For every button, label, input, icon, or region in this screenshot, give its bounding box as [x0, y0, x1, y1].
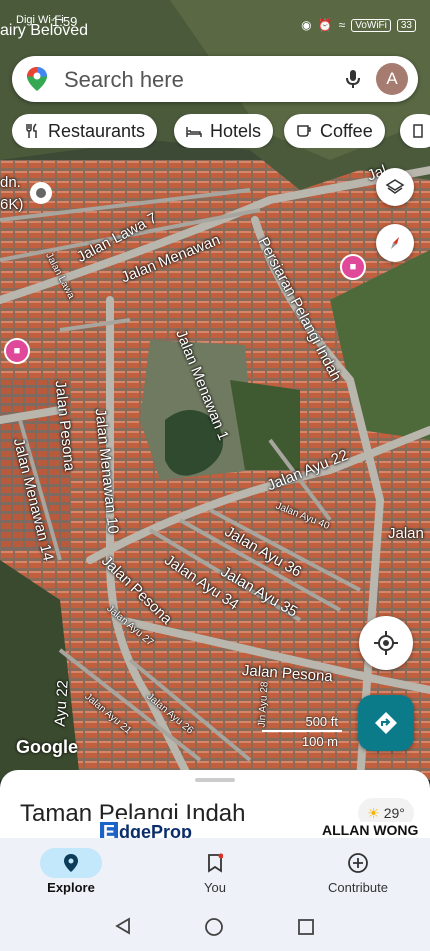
- nav-explore[interactable]: Explore: [11, 838, 131, 900]
- google-logo: Google: [16, 737, 78, 757]
- chip-label: Coffee: [320, 120, 373, 141]
- chip-hotels[interactable]: Hotels: [174, 114, 274, 148]
- nav-label: You: [204, 880, 226, 895]
- sheet-drag-handle[interactable]: [195, 778, 235, 782]
- scale-line: [262, 730, 342, 732]
- explore-pin-icon: [40, 848, 102, 878]
- map-scale: 500 ft 100 m: [262, 712, 342, 752]
- eye-icon: ◉: [301, 18, 312, 32]
- map-label-left-partial-2: 6K): [0, 196, 24, 213]
- search-bar[interactable]: A: [12, 56, 418, 102]
- vowifi-badge: VoWiFi: [351, 18, 391, 32]
- bookmark-icon: [184, 848, 246, 878]
- coffee-cup-icon: [297, 125, 311, 137]
- account-avatar[interactable]: A: [376, 63, 408, 95]
- bed-icon: [186, 127, 202, 137]
- partial-place-label: airy Beloved: [0, 22, 89, 39]
- compass-icon: [391, 237, 399, 249]
- wifi-icon: ≈: [338, 18, 346, 32]
- crosshair-location-icon: [374, 631, 398, 655]
- layers-button[interactable]: [376, 168, 414, 206]
- nav-label: Contribute: [328, 880, 388, 895]
- directions-button[interactable]: [358, 695, 414, 751]
- weather-temp: 29°: [383, 805, 405, 821]
- chip-coffee[interactable]: Coffee: [284, 114, 385, 148]
- agent-name-watermark: ALLAN WONG: [322, 822, 419, 838]
- alarm-icon: ⏰: [317, 18, 333, 32]
- microphone-icon[interactable]: [342, 68, 364, 90]
- directions-icon: [375, 712, 397, 734]
- status-icons: ◉ ⏰ ≈ VoWiFi 33: [301, 18, 416, 32]
- scale-feet: 500 ft: [305, 714, 338, 729]
- add-circle-icon: [327, 848, 389, 878]
- gas-station-icon: [413, 124, 423, 138]
- battery-icon: 33: [396, 18, 416, 32]
- sun-cloud-icon: ☀: [367, 804, 380, 821]
- layers-icon: [385, 179, 405, 194]
- map-poi-pin[interactable]: [30, 182, 52, 204]
- chip-label: Restaurants: [48, 120, 146, 141]
- back-icon[interactable]: [114, 917, 132, 935]
- chip-label: Hotels: [210, 120, 262, 141]
- map-label-jalan-right: Jalan: [388, 525, 424, 542]
- map-label-left-partial: dn.: [0, 174, 21, 191]
- fork-knife-icon: [26, 123, 37, 138]
- nav-contribute[interactable]: Contribute: [298, 838, 418, 900]
- category-chips: Restaurants Hotels Coffee: [12, 114, 430, 148]
- recents-icon[interactable]: [297, 918, 315, 936]
- chip-more[interactable]: [400, 114, 430, 148]
- status-bar: Digi Wi-Fi 1:59 airy Beloved ◉ ⏰ ≈ VoWiF…: [0, 0, 430, 39]
- poi-dot-icon: [36, 188, 46, 198]
- scale-meters: 100 m: [301, 734, 338, 749]
- search-input[interactable]: [62, 64, 336, 96]
- nav-you[interactable]: You: [155, 838, 275, 900]
- map-label-ayu-22-partial: Ayu 22: [51, 679, 72, 728]
- home-icon[interactable]: [204, 917, 224, 937]
- compass-button[interactable]: [376, 224, 414, 262]
- hotel-pin-icon[interactable]: ■: [340, 254, 366, 280]
- google-maps-pin-icon: [27, 67, 47, 91]
- nav-label: Explore: [47, 880, 95, 895]
- system-navigation-bar: [0, 900, 430, 951]
- bottom-navigation: Explore You Contribute: [0, 838, 430, 900]
- hotel-pin-icon[interactable]: ■: [4, 338, 30, 364]
- chip-restaurants[interactable]: Restaurants: [12, 114, 158, 148]
- my-location-button[interactable]: [359, 616, 413, 670]
